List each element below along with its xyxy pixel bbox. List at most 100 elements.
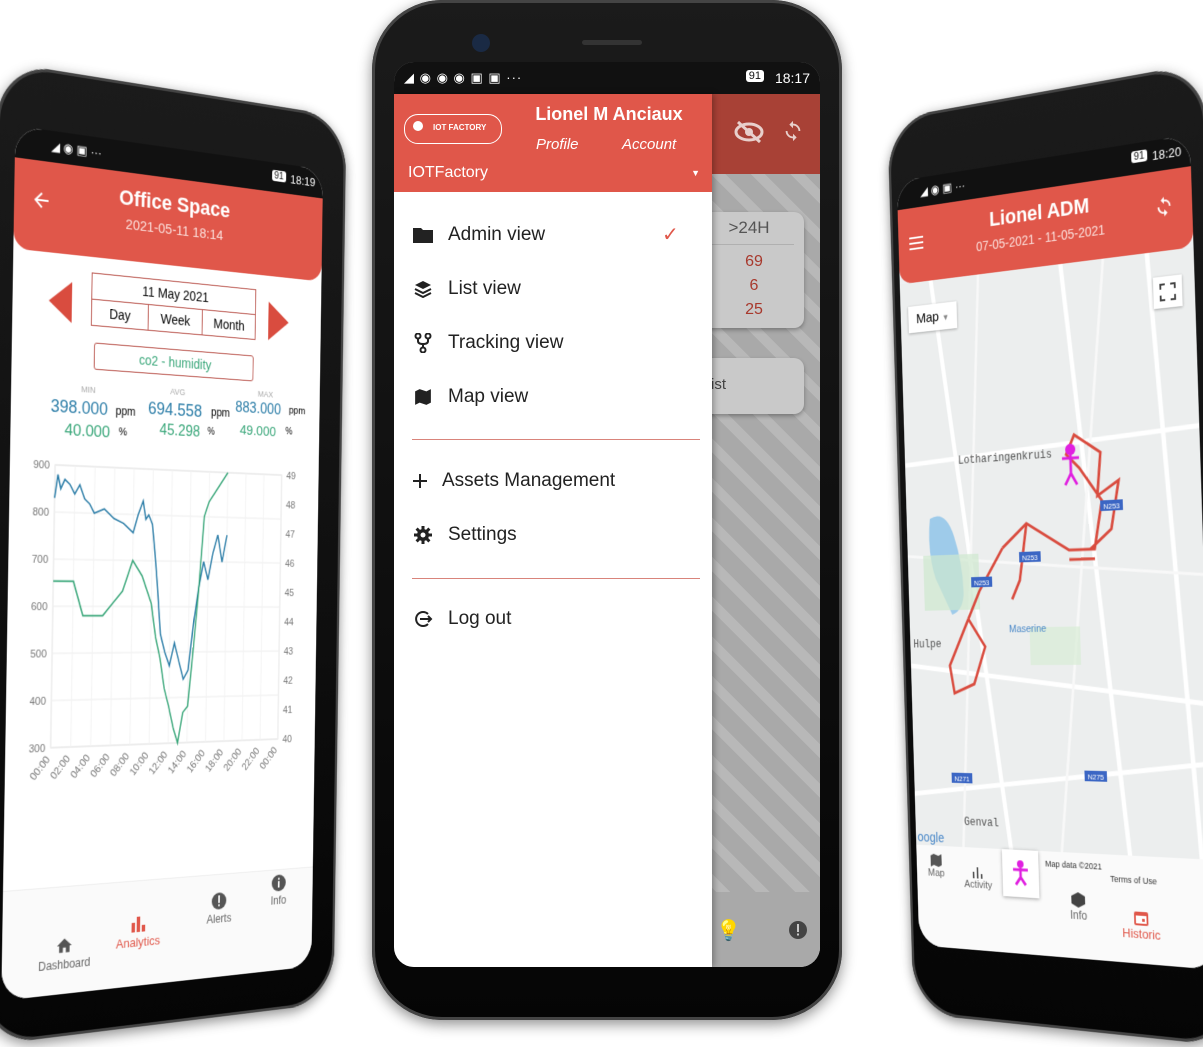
x-tick-label: 08:00	[108, 751, 132, 779]
place-genval: Genval	[964, 817, 999, 831]
stat-counts: 69 6 25	[745, 253, 763, 318]
x-tick-label: 06:00	[88, 751, 112, 779]
nav-activity[interactable]: Activity	[964, 864, 992, 892]
x-tick-label: 16:00	[185, 748, 208, 776]
dropdown-arrow-icon: ▼	[691, 168, 700, 178]
previous-arrow-icon[interactable]	[48, 279, 73, 324]
x-tick-label: 04:00	[68, 752, 92, 781]
tab-month[interactable]: Month	[201, 310, 256, 340]
dropdown-arrow-icon: ▼	[942, 312, 950, 323]
menu-phone: ◢ ◉ ◉ ◉ ▣ ▣ ··· 91 18:17 >24H 69 6 25 s …	[372, 0, 842, 1020]
x-tick-label: 02:00	[48, 753, 72, 782]
nav-alerts[interactable]: Alerts	[207, 891, 232, 926]
logout-icon	[412, 608, 434, 630]
y-right-tick-label: 42	[283, 675, 293, 687]
humidity-unit: %	[285, 426, 293, 438]
map-type-select[interactable]: Map ▼	[908, 301, 958, 334]
menu-settings[interactable]: Settings	[412, 524, 517, 546]
status-time: 18:17	[774, 70, 810, 86]
account-link[interactable]: Account	[622, 136, 676, 153]
x-tick-label: 22:00	[240, 745, 262, 772]
menu-divider	[412, 439, 700, 440]
google-logo: oogle	[917, 829, 944, 845]
avg-label: AVG	[170, 386, 186, 398]
map-canvas[interactable]: N253 N253 N253 N271 N275 Lotharingenkrui…	[899, 247, 1203, 864]
speaker-grille	[582, 40, 642, 45]
terms-link[interactable]: Terms of Use	[1110, 874, 1157, 886]
fullscreen-button[interactable]	[1152, 274, 1183, 310]
battery-level: 91	[745, 70, 764, 82]
menu-map-view[interactable]: Map view	[412, 386, 528, 408]
analytics-phone: ◢ ◉ ▣ ··· 91 18:19 Office Space 2021-05-…	[0, 61, 347, 1047]
bar-chart-icon	[130, 913, 147, 934]
map-data-attribution: Map data ©2021	[1044, 858, 1102, 872]
status-icons: ◢ ◉ ◉ ◉ ▣ ▣ ···	[404, 70, 523, 85]
activity-bars-icon	[971, 864, 984, 880]
x-tick-label: 00:00	[258, 745, 280, 772]
organization-select[interactable]: IOTFactory ▼	[408, 164, 704, 182]
background-bottom-nav: 💡	[712, 892, 820, 967]
refresh-icon	[782, 120, 804, 142]
y-left-tick-label: 400	[29, 695, 46, 708]
user-name: Lionel M Anciaux	[535, 104, 683, 124]
map-icon	[929, 853, 942, 868]
map-icon	[412, 386, 434, 408]
refresh-icon[interactable]	[1154, 194, 1174, 218]
menu-admin-view[interactable]: Admin view	[412, 224, 545, 246]
svg-text:N253: N253	[1103, 501, 1120, 511]
x-tick-label: 12:00	[147, 749, 170, 777]
menu-assets-management[interactable]: Assets Management	[412, 470, 615, 492]
nav-info[interactable]: Info	[271, 873, 287, 908]
layers-icon	[412, 278, 434, 300]
y-left-tick-label: 600	[31, 601, 48, 613]
navigation-drawer: IOT FACTORY Lionel M Anciaux Profile Acc…	[394, 94, 712, 967]
svg-text:N253: N253	[974, 578, 990, 588]
profile-link[interactable]: Profile	[536, 136, 579, 153]
y-right-tick-label: 48	[286, 500, 296, 512]
y-left-tick-label: 500	[30, 648, 47, 660]
co2-max: 883.000	[235, 399, 282, 419]
status-bar: ◢ ◉ ◉ ◉ ▣ ▣ ··· 91 18:17	[394, 62, 820, 94]
home-icon	[56, 935, 74, 956]
menu-list-view[interactable]: List view	[412, 278, 521, 300]
y-right-tick-label: 44	[284, 617, 294, 628]
x-tick-label: 00:00	[28, 754, 53, 783]
analytics-screen: ◢ ◉ ▣ ··· 91 18:19 Office Space 2021-05-…	[1, 125, 324, 1001]
iot-factory-logo: IOT FACTORY	[404, 114, 502, 144]
next-arrow-icon[interactable]	[268, 301, 289, 342]
sensor-selector[interactable]: co2 - humidity	[93, 342, 254, 382]
y-left-tick-label: 800	[32, 506, 49, 519]
tab-day[interactable]: Day	[92, 300, 148, 330]
y-right-tick-label: 41	[283, 704, 293, 716]
fullscreen-icon	[1159, 282, 1176, 302]
y-right-tick-label: 49	[286, 470, 296, 482]
alert-icon	[211, 891, 227, 911]
svg-text:N275: N275	[1087, 772, 1104, 782]
tracker-marker-button[interactable]	[1001, 849, 1040, 899]
menu-log-out[interactable]: Log out	[412, 608, 511, 630]
co2-unit: ppm	[115, 404, 136, 419]
y-right-tick-label: 45	[285, 588, 295, 599]
person-icon	[1012, 859, 1029, 886]
nav-dashboard[interactable]: Dashboard	[38, 934, 91, 974]
y-left-tick-label: 700	[32, 553, 49, 565]
nav-historic[interactable]: Historic	[1122, 908, 1161, 943]
date-selector[interactable]: 11 May 2021 Day Week Month	[90, 272, 257, 341]
y-right-tick-label: 40	[282, 734, 292, 746]
nav-map[interactable]: Map	[927, 853, 945, 879]
x-tick-label: 14:00	[166, 748, 189, 776]
nav-info[interactable]: Info	[1069, 891, 1087, 923]
tab-week[interactable]: Week	[147, 304, 203, 335]
menu-screen: ◢ ◉ ◉ ◉ ▣ ▣ ··· 91 18:17 >24H 69 6 25 s …	[394, 62, 820, 967]
humidity-unit: %	[118, 426, 128, 439]
box-icon	[1070, 891, 1086, 909]
map-phone: ◢ ◉ ▣ ··· 91 18:20 Lionel ADM 07-05-2021…	[887, 62, 1203, 1047]
humidity-max: 49.000	[239, 422, 277, 440]
nav-analytics[interactable]: Analytics	[116, 912, 161, 951]
calendar-icon	[1133, 908, 1149, 927]
menu-tracking-view[interactable]: Tracking view	[412, 332, 563, 354]
max-label: MAX	[257, 389, 274, 400]
y-right-tick-label: 47	[285, 529, 295, 541]
camera	[472, 34, 490, 52]
min-label: MIN	[81, 384, 96, 395]
